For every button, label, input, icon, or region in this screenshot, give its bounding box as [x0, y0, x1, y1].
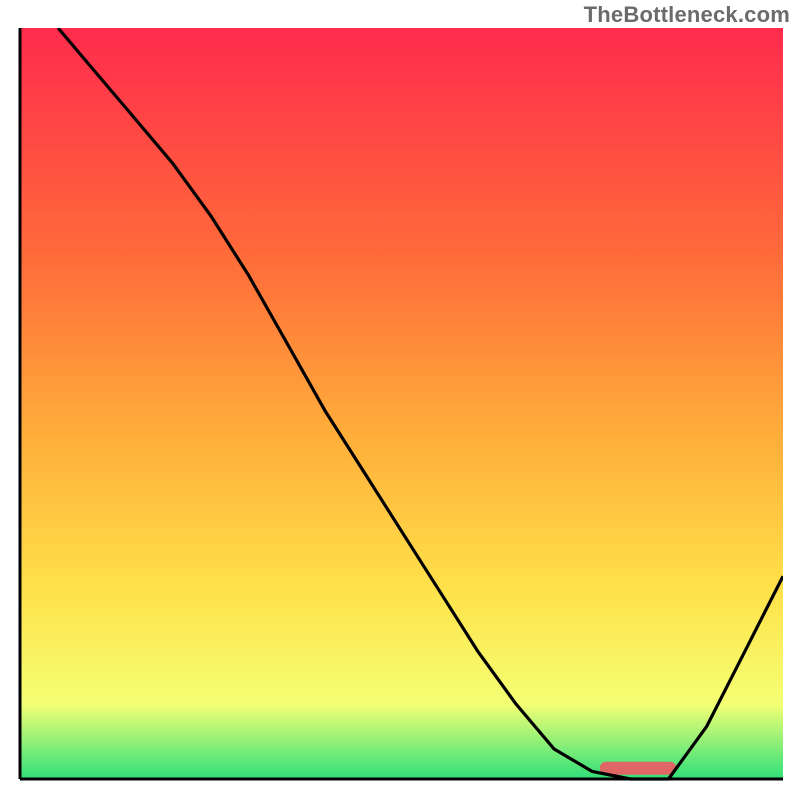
watermark-text: TheBottleneck.com: [584, 2, 790, 28]
chart-svg: [17, 28, 783, 782]
optimal-marker: [600, 762, 676, 775]
gradient-background: [20, 28, 783, 779]
chart-stage: TheBottleneck.com: [0, 0, 800, 800]
plot-area: [17, 28, 783, 782]
